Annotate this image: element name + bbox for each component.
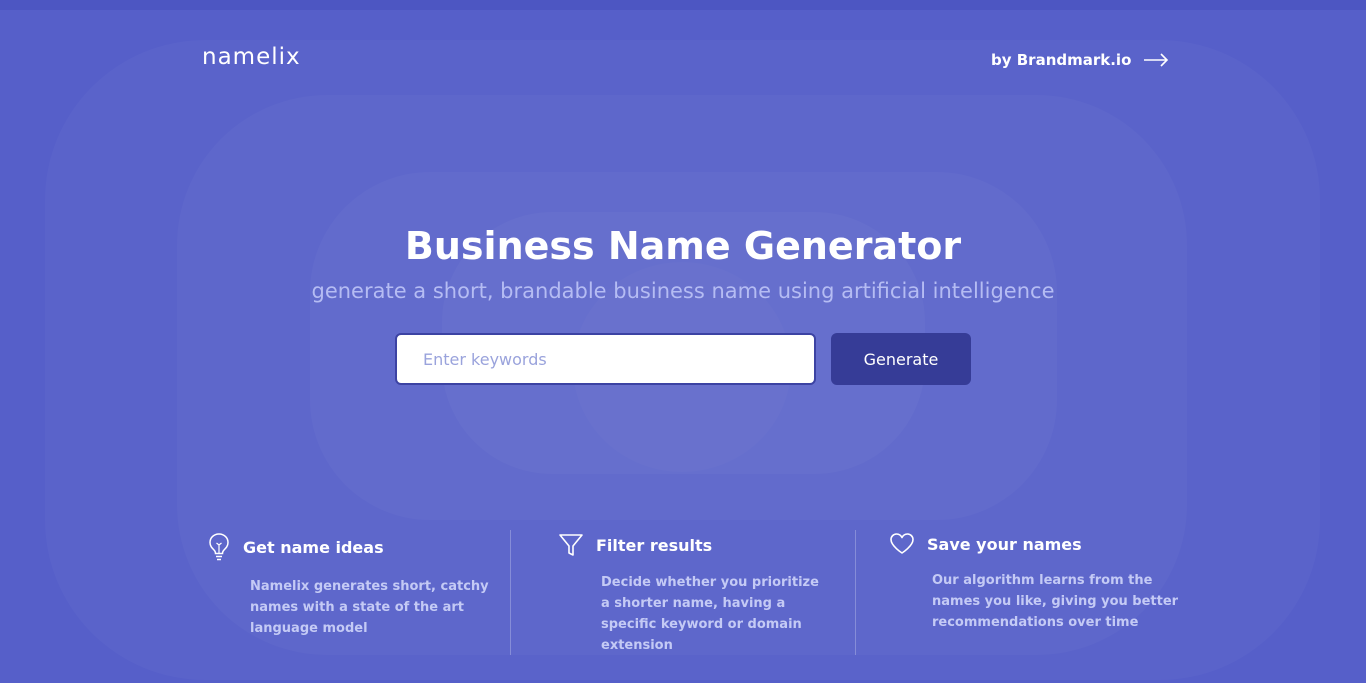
heart-icon <box>889 532 915 556</box>
logo[interactable]: namelix <box>202 44 301 70</box>
feature-title: Get name ideas <box>243 537 384 557</box>
divider <box>855 530 856 655</box>
feature-save-your-names: Save your names Our algorithm learns fro… <box>889 532 1178 633</box>
feature-description: Our algorithm learns from the names you … <box>932 573 1179 630</box>
arrow-right-icon <box>1143 53 1169 67</box>
brandmark-link[interactable]: by Brandmark.io <box>991 51 1169 69</box>
feature-description: Decide whether you prioritize a shorter … <box>601 575 819 653</box>
filter-icon <box>558 532 584 558</box>
generate-button[interactable]: Generate <box>831 333 971 385</box>
feature-title: Save your names <box>927 534 1082 554</box>
keywords-input[interactable] <box>395 333 816 385</box>
brandmark-link-label: by Brandmark.io <box>991 51 1132 69</box>
lightbulb-icon <box>207 532 231 562</box>
page-title: Business Name Generator <box>404 224 962 268</box>
page-subtitle: generate a short, brandable business nam… <box>311 279 1055 303</box>
feature-description: Namelix generates short, catchy names wi… <box>250 579 489 636</box>
top-strip <box>0 0 1366 10</box>
feature-filter-results: Filter results Decide whether you priori… <box>558 532 819 656</box>
feature-get-name-ideas: Get name ideas Namelix generates short, … <box>207 532 489 639</box>
divider <box>510 530 511 655</box>
feature-title: Filter results <box>596 535 713 555</box>
